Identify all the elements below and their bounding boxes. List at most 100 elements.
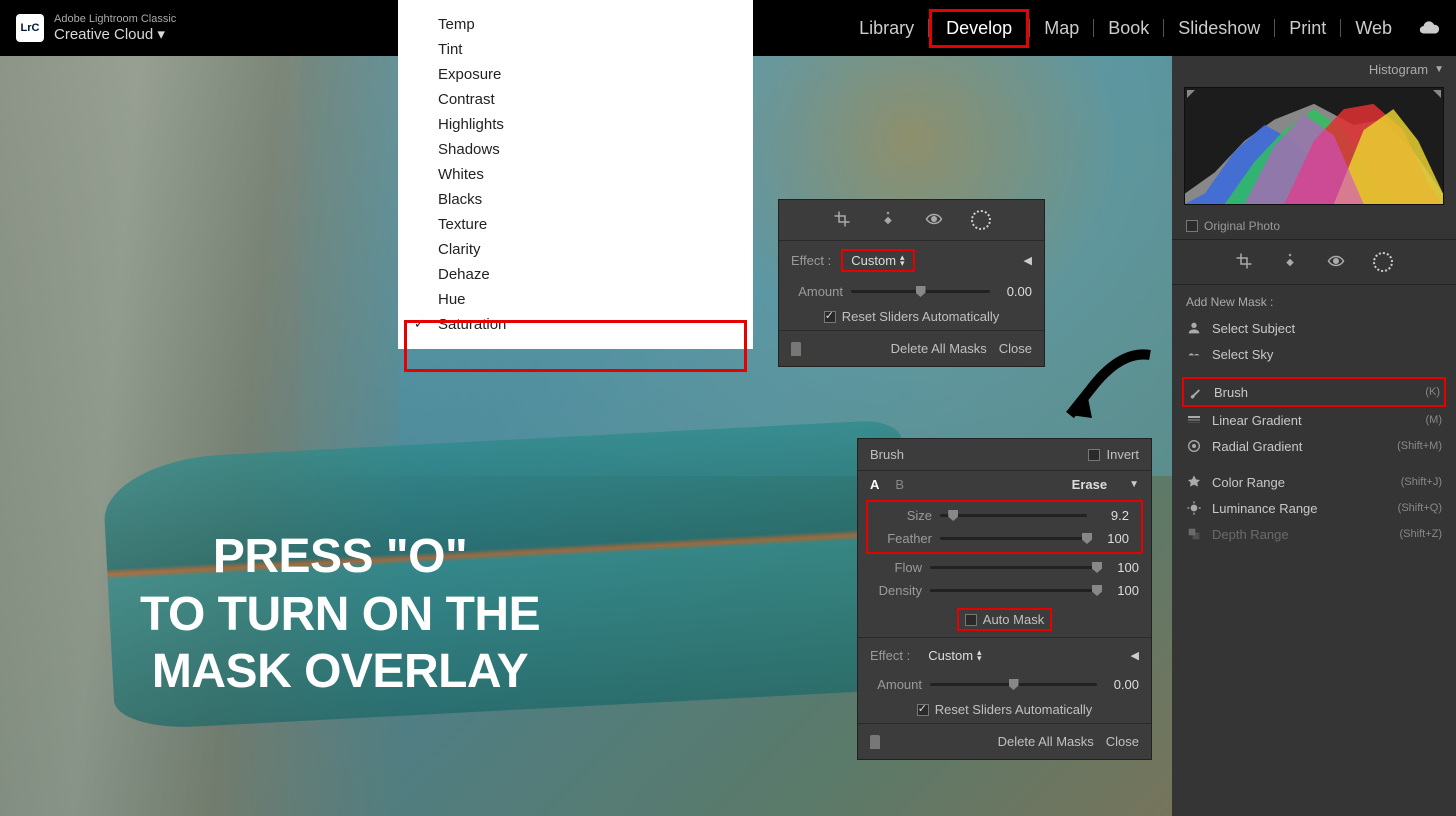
clip-warning-right-icon[interactable] — [1433, 90, 1441, 98]
menu-whites[interactable]: Whites — [398, 162, 753, 187]
mask-brush[interactable]: Brush(K) — [1182, 377, 1446, 407]
module-book[interactable]: Book — [1094, 12, 1163, 45]
amount-slider-row: Amount 0.00 — [858, 673, 1151, 696]
color-range-icon — [1186, 474, 1202, 490]
redeye-icon[interactable] — [1327, 252, 1345, 270]
mask-section: Add New Mask : Select Subject Select Sky… — [1172, 285, 1456, 557]
automask-checkbox[interactable] — [965, 614, 977, 626]
amount-label: Amount — [791, 284, 843, 299]
module-map[interactable]: Map — [1030, 12, 1093, 45]
delete-masks-button[interactable]: Delete All Masks — [891, 341, 987, 356]
masking-icon[interactable] — [1373, 252, 1393, 272]
masking-icon[interactable] — [971, 210, 991, 230]
mask-radial-gradient[interactable]: Radial Gradient(Shift+M) — [1186, 433, 1442, 459]
close-button[interactable]: Close — [1106, 734, 1139, 749]
module-slideshow[interactable]: Slideshow — [1164, 12, 1274, 45]
annotation-arrow-icon — [1060, 340, 1160, 430]
module-print[interactable]: Print — [1275, 12, 1340, 45]
brush-b-button[interactable]: B — [895, 477, 904, 492]
menu-highlights[interactable]: Highlights — [398, 112, 753, 137]
module-library[interactable]: Library — [845, 12, 928, 45]
redeye-icon[interactable] — [925, 210, 943, 228]
delete-masks-button[interactable]: Delete All Masks — [998, 734, 1094, 749]
reset-label: Reset Sliders Automatically — [842, 309, 1000, 324]
menu-clarity[interactable]: Clarity — [398, 237, 753, 262]
annotation-text: PRESS "O" TO TURN ON THE MASK OVERLAY — [140, 528, 540, 701]
density-label: Density — [870, 583, 922, 598]
menu-texture[interactable]: Texture — [398, 212, 753, 237]
disclosure-left-icon[interactable]: ◀ — [1131, 649, 1139, 662]
density-slider-row: Density 100 — [858, 579, 1151, 602]
mask-luminance-range[interactable]: Luminance Range(Shift+Q) — [1186, 495, 1442, 521]
depth-icon — [1186, 526, 1202, 542]
reset-checkbox[interactable] — [824, 311, 836, 323]
heal-icon[interactable] — [1281, 252, 1299, 270]
feather-label: Feather — [880, 531, 932, 546]
radial-gradient-icon — [1186, 438, 1202, 454]
mask-select-subject[interactable]: Select Subject — [1186, 315, 1442, 341]
panel-footer: Delete All Masks Close — [779, 330, 1044, 366]
feather-slider-row: Feather 100 — [868, 527, 1141, 550]
invert-checkbox[interactable] — [1088, 449, 1100, 461]
crop-icon[interactable] — [1235, 252, 1253, 270]
mask-depth-range: Depth Range(Shift+Z) — [1186, 521, 1442, 547]
size-value: 9.2 — [1095, 508, 1129, 523]
reset-checkbox[interactable] — [917, 704, 929, 716]
size-slider[interactable] — [940, 514, 1087, 517]
original-photo-checkbox[interactable] — [1186, 220, 1198, 232]
flow-value: 100 — [1105, 560, 1139, 575]
mask-linear-gradient[interactable]: Linear Gradient(M) — [1186, 407, 1442, 433]
right-panel: Histogram▼ Original Photo Add New Mask :… — [1172, 56, 1456, 816]
amount-slider-row: Amount 0.00 — [779, 280, 1044, 303]
crop-icon[interactable] — [833, 210, 851, 228]
menu-shadows[interactable]: Shadows — [398, 137, 753, 162]
add-mask-label: Add New Mask : — [1186, 295, 1442, 309]
disclosure-icon[interactable]: ▼ — [1129, 479, 1139, 490]
brush-a-button[interactable]: A — [870, 477, 879, 492]
menu-contrast[interactable]: Contrast — [398, 87, 753, 112]
app-subtitle[interactable]: Creative Cloud ▾ — [54, 25, 176, 43]
pin-icon[interactable] — [870, 735, 880, 749]
feather-slider[interactable] — [940, 537, 1087, 540]
mask-color-range[interactable]: Color Range(Shift+J) — [1186, 469, 1442, 495]
effect-select[interactable]: Custom▴▾ — [920, 646, 989, 665]
amount-value: 0.00 — [1105, 677, 1139, 692]
mask-select-sky[interactable]: Select Sky — [1186, 341, 1442, 367]
menu-tint[interactable]: Tint — [398, 37, 753, 62]
tool-strip — [779, 200, 1044, 241]
menu-temp[interactable]: Temp — [398, 12, 753, 37]
subject-icon — [1186, 320, 1202, 336]
erase-button[interactable]: Erase — [1072, 477, 1107, 492]
annotation-highlight-size-feather: Size 9.2 Feather 100 — [866, 500, 1143, 554]
effect-label: Effect : — [791, 253, 831, 268]
flow-slider-row: Flow 100 — [858, 556, 1151, 579]
menu-blacks[interactable]: Blacks — [398, 187, 753, 212]
histogram[interactable] — [1184, 87, 1444, 205]
original-photo-label: Original Photo — [1204, 219, 1280, 233]
luminance-icon — [1186, 500, 1202, 516]
cloud-sync-icon[interactable] — [1418, 17, 1440, 39]
module-develop[interactable]: Develop — [929, 9, 1029, 48]
brush-ab-row: A B Erase ▼ — [858, 471, 1151, 498]
close-button[interactable]: Close — [999, 341, 1032, 356]
heal-icon[interactable] — [879, 210, 897, 228]
histogram-header[interactable]: Histogram▼ — [1172, 56, 1456, 83]
size-slider-row: Size 9.2 — [868, 504, 1141, 527]
amount-label: Amount — [870, 677, 922, 692]
density-slider[interactable] — [930, 589, 1097, 592]
size-label: Size — [880, 508, 932, 523]
module-web[interactable]: Web — [1341, 12, 1406, 45]
annotation-highlight-hue-saturation — [404, 320, 747, 372]
pin-icon[interactable] — [791, 342, 801, 356]
amount-slider[interactable] — [930, 683, 1097, 686]
amount-slider[interactable] — [851, 290, 990, 293]
menu-exposure[interactable]: Exposure — [398, 62, 753, 87]
app-identity: Adobe Lightroom Classic Creative Cloud ▾ — [54, 13, 176, 43]
clip-warning-left-icon[interactable] — [1187, 90, 1195, 98]
reset-row: Reset Sliders Automatically — [858, 696, 1151, 723]
disclosure-left-icon[interactable]: ◀ — [1024, 254, 1032, 267]
menu-hue[interactable]: Hue — [398, 287, 753, 312]
menu-dehaze[interactable]: Dehaze — [398, 262, 753, 287]
flow-slider[interactable] — [930, 566, 1097, 569]
effect-select[interactable]: Custom▴▾ — [841, 249, 914, 272]
